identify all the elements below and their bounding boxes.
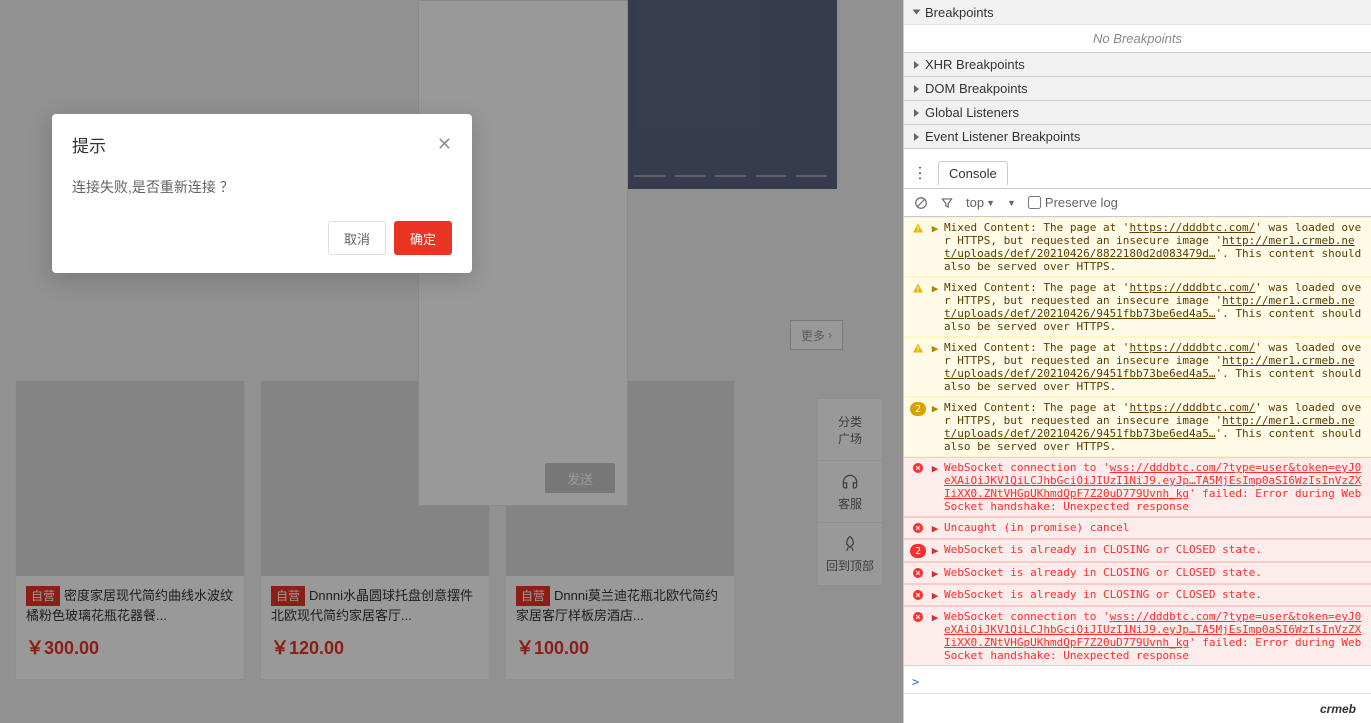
error-icon [910, 566, 926, 579]
error-icon [910, 588, 926, 601]
warning-icon [910, 221, 926, 234]
cancel-label: 取消 [344, 229, 370, 248]
console-error[interactable]: ▶WebSocket connection to 'wss://dddbtc.c… [904, 457, 1371, 517]
cancel-button[interactable]: 取消 [328, 221, 386, 255]
log-message: Mixed Content: The page at 'https://dddb… [944, 221, 1363, 273]
preserve-log-toggle[interactable]: Preserve log [1028, 195, 1118, 210]
no-breakpoints-text: No Breakpoints [904, 24, 1371, 52]
triangle-down-icon[interactable]: ▼ [1007, 198, 1016, 208]
prompt-symbol: > [912, 675, 919, 689]
expand-arrow-icon[interactable]: ▶ [926, 281, 944, 295]
close-icon[interactable]: ✕ [437, 134, 452, 155]
confirm-modal: 提示 ✕ 连接失败,是否重新连接 ？ 取消 确定 [52, 114, 472, 273]
log-message: WebSocket connection to 'wss://dddbtc.co… [944, 461, 1363, 513]
log-message: Uncaught (in promise) cancel [944, 521, 1363, 534]
triangle-down-icon: ▼ [986, 198, 995, 208]
console-prompt[interactable]: > [904, 671, 1371, 693]
preserve-log-checkbox[interactable] [1028, 196, 1041, 209]
expand-arrow-icon[interactable]: ▶ [926, 543, 944, 557]
expand-arrow-icon[interactable]: ▶ [926, 610, 944, 624]
warning-icon [910, 341, 926, 354]
triangle-right-icon [914, 109, 919, 117]
error-icon: 2 [910, 543, 926, 558]
event-listener-breakpoints-header[interactable]: Event Listener Breakpoints [904, 124, 1371, 148]
console-warning[interactable]: ▶Mixed Content: The page at 'https://ddd… [904, 337, 1371, 397]
repeat-count-badge: 2 [910, 402, 926, 416]
confirm-button[interactable]: 确定 [394, 221, 452, 255]
preserve-log-label: Preserve log [1045, 195, 1118, 210]
log-message: Mixed Content: The page at 'https://dddb… [944, 401, 1363, 453]
triangle-right-icon [914, 133, 919, 141]
console-warning[interactable]: 2▶Mixed Content: The page at 'https://dd… [904, 397, 1371, 457]
context-label: top [966, 195, 984, 210]
debugger-sections: Breakpoints No Breakpoints XHR Breakpoin… [904, 0, 1371, 149]
global-listeners-header[interactable]: Global Listeners [904, 100, 1371, 124]
context-selector[interactable]: top ▼ [966, 195, 995, 210]
expand-arrow-icon[interactable]: ▶ [926, 221, 944, 235]
log-message: WebSocket is already in CLOSING or CLOSE… [944, 588, 1363, 601]
warning-icon: 2 [910, 401, 926, 416]
xhr-breakpoints-header[interactable]: XHR Breakpoints [904, 52, 1371, 76]
triangle-right-icon [914, 85, 919, 93]
confirm-label: 确定 [410, 229, 436, 248]
repeat-count-badge: 2 [910, 544, 926, 558]
funnel-icon[interactable] [940, 196, 954, 210]
modal-message: 连接失败,是否重新连接 ？ [72, 177, 452, 197]
console-error[interactable]: ▶WebSocket is already in CLOSING or CLOS… [904, 562, 1371, 584]
console-tabbar: ⋯ Console [904, 157, 1371, 189]
expand-arrow-icon[interactable]: ▶ [926, 461, 944, 475]
warning-icon [910, 281, 926, 294]
log-message: Mixed Content: The page at 'https://dddb… [944, 341, 1363, 393]
console-error[interactable]: ▶Uncaught (in promise) cancel [904, 517, 1371, 539]
console-log[interactable]: ▶Mixed Content: The page at 'https://ddd… [904, 217, 1371, 671]
console-error[interactable]: ▶WebSocket connection to 'wss://dddbtc.c… [904, 606, 1371, 666]
error-icon [910, 521, 926, 534]
console-error[interactable]: ▶WebSocket is already in CLOSING or CLOS… [904, 584, 1371, 606]
modal-backdrop [0, 0, 903, 723]
triangle-down-icon [913, 10, 921, 15]
webpage-pane: 更多 › 自营居现代简约透明彩璃花瓶仿真花...自营密度家居现代简约曲线水波纹橘… [0, 0, 903, 723]
global-label: Global Listeners [925, 105, 1019, 120]
expand-arrow-icon[interactable]: ▶ [926, 341, 944, 355]
log-message: WebSocket is already in CLOSING or CLOSE… [944, 566, 1363, 579]
event-label: Event Listener Breakpoints [925, 129, 1080, 144]
expand-arrow-icon[interactable]: ▶ [926, 401, 944, 415]
console-tab[interactable]: Console [938, 161, 1008, 185]
dom-breakpoints-header[interactable]: DOM Breakpoints [904, 76, 1371, 100]
error-icon [910, 461, 926, 474]
breakpoints-label: Breakpoints [925, 5, 994, 20]
kebab-icon[interactable]: ⋯ [910, 165, 930, 181]
log-message: Mixed Content: The page at 'https://dddb… [944, 281, 1363, 333]
log-message: WebSocket is already in CLOSING or CLOSE… [944, 543, 1363, 556]
console-warning[interactable]: ▶Mixed Content: The page at 'https://ddd… [904, 277, 1371, 337]
ban-icon[interactable] [914, 196, 928, 210]
console-warning[interactable]: ▶Mixed Content: The page at 'https://ddd… [904, 217, 1371, 277]
dom-label: DOM Breakpoints [925, 81, 1028, 96]
devtools-pane: Breakpoints No Breakpoints XHR Breakpoin… [903, 0, 1371, 723]
brand-footer: crmeb [904, 693, 1371, 723]
log-message: WebSocket connection to 'wss://dddbtc.co… [944, 610, 1363, 662]
expand-arrow-icon[interactable]: ▶ [926, 521, 944, 535]
modal-title: 提示 [72, 132, 106, 157]
console-tab-label: Console [949, 166, 997, 181]
triangle-right-icon [914, 61, 919, 69]
expand-arrow-icon[interactable]: ▶ [926, 588, 944, 602]
console-error[interactable]: 2▶WebSocket is already in CLOSING or CLO… [904, 539, 1371, 562]
error-icon [910, 610, 926, 623]
breakpoints-header[interactable]: Breakpoints [904, 0, 1371, 24]
expand-arrow-icon[interactable]: ▶ [926, 566, 944, 580]
brand-label: crmeb [1320, 702, 1356, 716]
xhr-label: XHR Breakpoints [925, 57, 1025, 72]
console-toolbar: top ▼ ▼ Preserve log [904, 189, 1371, 217]
